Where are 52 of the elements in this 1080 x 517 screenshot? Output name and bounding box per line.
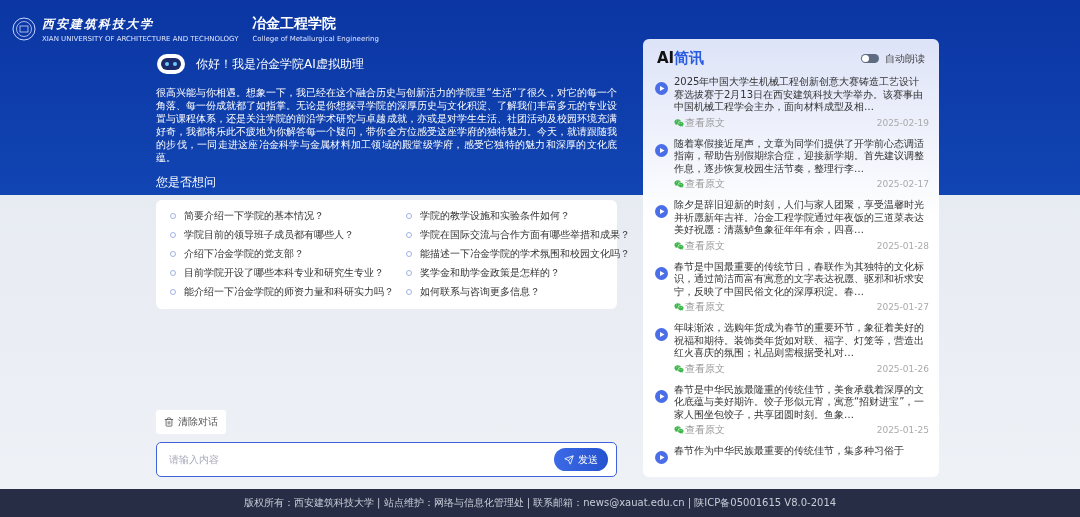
- suggested-question[interactable]: 学院目前的领导班子成员都有哪些人？: [184, 228, 354, 242]
- chat-bubbles-icon: [674, 117, 684, 128]
- suggested-question[interactable]: 介绍下冶金学院的党支部？: [184, 247, 304, 261]
- suggested-question[interactable]: 奖学金和助学金政策是怎样的？: [420, 266, 560, 280]
- footer-text: 版权所有：西安建筑科技大学 | 站点维护：网络与信息化管理处 | 联系邮箱：news@xauat.edu.cn | 陕ICP备05001615 V8.0-2014: [0, 489, 1080, 517]
- suggested-question[interactable]: 如何联系与咨询更多信息？: [420, 285, 540, 299]
- news-summary: 除夕是辞旧迎新的时刻，人们与家人团聚，享受温馨时光并祈愿新年吉祥。冶金工程学院通过年夜饭的三道菜表达美好祝愿：清蒸鲈鱼象征年年有余，四喜…: [674, 199, 925, 237]
- suggested-question[interactable]: 能介绍一下冶金学院的师资力量和科研实力吗？: [184, 285, 394, 299]
- chat-bubbles-icon: [674, 363, 684, 374]
- news-panel-title: AI简讯: [657, 49, 705, 68]
- news-summary: 春节是中国最重要的传统节日，春联作为其独特的文化标识，通过简洁而富有寓意的文字表达祝愿、驱邪和祈求安宁，反映了中国民俗文化的深厚积淀。春…: [674, 260, 925, 298]
- assistant-intro: 很高兴能与你相遇。想象一下，我已经在这个融合历史与创新活力的学院里“生活”了很久，对它的每一个角落、每一份成就都了如指掌。无论是你想探寻学院的深厚历史与文化积淀、了解我们丰富多元的专业设置与课程体系，还是关注学院的前沿学术研究与卓越成就，亦或是对学生生活、社团活动及校园环境充满好奇，我都将乐此不疲地为你解答每一个疑问，带你全方位感受这座学府的独特魅力。今天，就请跟随我的步伐，一同走进这座冶金科学与金属材料加工领域的殿堂级学府，感受它独特的魅力和深厚的文化底蕴。: [156, 86, 617, 164]
- news-date: 2025-02-19: [876, 117, 929, 128]
- university-emblem-icon: [12, 17, 36, 41]
- suggested-question[interactable]: 学院在国际交流与合作方面有哪些举措和成果？: [420, 228, 630, 242]
- college-name: 冶金工程学院: [252, 15, 338, 33]
- send-icon: [564, 454, 574, 465]
- chat-bubbles-icon: [674, 425, 684, 435]
- robot-icon: [156, 52, 186, 76]
- suggested-question[interactable]: 目前学院开设了哪些本科专业和研究生专业？: [184, 266, 384, 280]
- trash-icon: [164, 417, 174, 427]
- chat-bubbles-icon: [674, 302, 684, 312]
- chat-input-field[interactable]: 请输入内容 发送: [156, 442, 617, 477]
- news-date: 2025-01-25: [876, 425, 929, 435]
- suggested-question[interactable]: 简要介绍一下学院的基本情况？: [184, 209, 324, 223]
- suggested-question[interactable]: 学院的教学设施和实验条件如何？: [420, 209, 570, 223]
- news-summary: 随着寒假接近尾声，文章为同学们提供了开学前心态调适指南，帮助告别假期综合症，迎接新学期。首先建议调整作息，逐步恢复校园生活节奏，整理行李…: [674, 137, 925, 175]
- clear-chat-button[interactable]: 清除对话: [156, 410, 226, 434]
- chat-bubbles-icon: [674, 240, 684, 251]
- play-icon[interactable]: [655, 205, 668, 218]
- news-date: 2025-02-17: [876, 179, 929, 189]
- send-button[interactable]: 发送: [554, 448, 608, 471]
- chat-bubbles-icon: [674, 179, 684, 189]
- news-date: 2025-01-26: [876, 363, 929, 374]
- play-icon[interactable]: [655, 143, 668, 157]
- play-icon[interactable]: [655, 389, 668, 403]
- university-name: 西安建筑科技大学: [42, 15, 155, 33]
- assistant-greeting: 你好！我是冶金学院AI虚拟助理: [196, 55, 364, 73]
- suggestions-title: 您是否想问: [156, 174, 217, 191]
- auto-read-toggle[interactable]: [861, 54, 879, 63]
- play-icon[interactable]: [655, 266, 668, 280]
- news-summary: 春节作为中华民族最重要的传统佳节，集多种习俗于: [674, 445, 905, 458]
- play-icon[interactable]: [655, 451, 668, 464]
- news-summary: 春节是中华民族最隆重的传统佳节，美食承载着深厚的文化底蕴与美好期许。饺子形似元宵，寓意“招财进宝”，一家人围坐包饺子，共享团圆时刻。鱼象…: [674, 383, 926, 421]
- news-date: 2025-01-28: [876, 240, 929, 251]
- news-summary: 年味渐浓，选购年货成为春节的重要环节，象征着美好的祝福和期待。装饰类年货如对联、福字、灯笼等，营造出红火喜庆的氛围；礼品则需根据受礼对…: [674, 322, 925, 360]
- news-date: 2025-01-27: [876, 302, 929, 312]
- suggested-question[interactable]: 能描述一下冶金学院的学术氛围和校园文化吗？: [420, 247, 630, 261]
- auto-read-label: 自动朗读: [885, 51, 925, 66]
- play-icon[interactable]: [655, 82, 668, 95]
- play-icon[interactable]: [655, 328, 668, 341]
- news-summary: 2025年中国大学生机械工程创新创意大赛铸造工艺设计赛选拔赛于2月13日在西安建筑科技大学举办。该赛事由中国机械工程学会主办，面向材料成型及相…: [674, 76, 925, 114]
